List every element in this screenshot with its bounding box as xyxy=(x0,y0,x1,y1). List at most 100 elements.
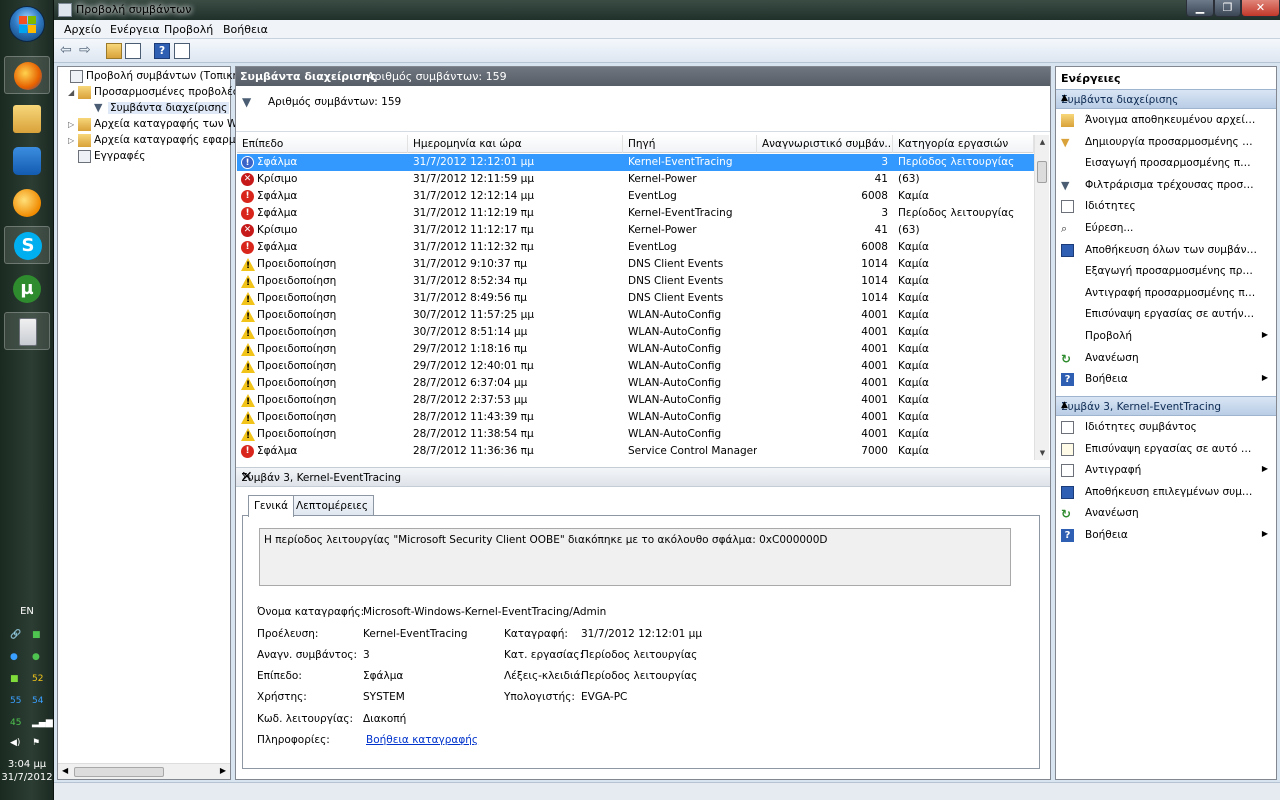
close-button[interactable]: ✕ xyxy=(1241,0,1280,17)
minimize-button[interactable]: ▁ xyxy=(1186,0,1214,17)
action-item[interactable]: ↻ Ανανέωση xyxy=(1056,348,1276,370)
tab-details[interactable]: Λεπτομέρειες xyxy=(290,495,375,516)
cell-level: Προειδοποίηση xyxy=(257,411,337,423)
table-row[interactable]: ! Σφάλμα 31/7/2012 12:12:01 μμ Kernel-Event… xyxy=(237,154,1034,171)
collapse-up-icon[interactable]: ▲ xyxy=(1061,400,1270,410)
action-item[interactable]: Αποθήκευση επιλεγμένων συμβάν... xyxy=(1056,482,1276,504)
menu-view[interactable]: Προβολή xyxy=(164,23,213,36)
table-row[interactable]: ! Προειδοποίηση 28/7/2012 11:43:39 πμ WLAN-… xyxy=(237,409,1034,426)
show-hide-actions-button[interactable] xyxy=(174,43,190,59)
tray-blue-icon[interactable]: ● xyxy=(10,652,18,662)
column-date[interactable]: Ημερομηνία και ώρα xyxy=(408,135,623,153)
scroll-up-icon[interactable]: ▲ xyxy=(1035,138,1049,146)
table-row[interactable]: ! Προειδοποίηση 31/7/2012 9:10:37 πμ DNS Cl… xyxy=(237,256,1034,273)
table-row[interactable]: ! Προειδοποίηση 28/7/2012 6:37:04 μμ WLAN-A… xyxy=(237,375,1034,392)
clock[interactable]: 3:04 μμ 31/7/2012 xyxy=(0,758,54,784)
action-item[interactable]: ? Βοήθεια ▶ xyxy=(1056,525,1276,547)
action-item[interactable]: Ιδιότητες συμβάντος xyxy=(1056,417,1276,439)
column-event-id[interactable]: Αναγνωριστικό συμβάν... xyxy=(757,135,893,153)
action-label: Δημιουργία προσαρμοσμένης προ... xyxy=(1085,135,1257,148)
scroll-left-icon[interactable]: ◀ xyxy=(62,766,68,775)
action-item[interactable]: Άνοιγμα αποθηκευμένου αρχείου κ... xyxy=(1056,110,1276,132)
menu-action[interactable]: Ενέργεια xyxy=(110,23,159,36)
table-row[interactable]: ! Προειδοποίηση 28/7/2012 11:38:54 πμ WLAN-… xyxy=(237,426,1034,443)
action-item[interactable]: Εξαγωγή προσαρμοσμένης προβο... xyxy=(1056,261,1276,283)
action-item[interactable]: Επισύναψη εργασίας σε αυτήν την ... xyxy=(1056,304,1276,326)
action-item[interactable]: Προβολή ▶ xyxy=(1056,326,1276,348)
event-message[interactable]: Η περίοδος λειτουργίας "Microsoft Securi… xyxy=(259,528,1011,586)
taskbar-skype[interactable]: S xyxy=(4,226,50,264)
maximize-button[interactable]: ❐ xyxy=(1214,0,1241,17)
tab-general[interactable]: Γενικά xyxy=(248,495,295,517)
action-item[interactable]: Αντιγραφή προσαρμοσμένης προ... xyxy=(1056,283,1276,305)
table-row[interactable]: ! Προειδοποίηση 28/7/2012 2:37:53 μμ WLAN-A… xyxy=(237,392,1034,409)
expanded-arrow-icon[interactable]: ◢ xyxy=(68,89,76,97)
taskbar-app-orange[interactable] xyxy=(4,184,50,222)
menu-file[interactable]: Αρχείο xyxy=(64,23,101,36)
action-item[interactable]: ? Βοήθεια ▶ xyxy=(1056,369,1276,391)
taskbar-media-player[interactable] xyxy=(4,142,50,180)
utorrent-tray-icon[interactable]: ● xyxy=(32,652,40,662)
tree-horizontal-scrollbar[interactable]: ◀ ▶ xyxy=(58,763,230,779)
network-icon[interactable]: 🔗 xyxy=(10,630,21,640)
scroll-right-icon[interactable]: ▶ xyxy=(220,766,226,775)
back-button[interactable]: ⇦ xyxy=(60,43,76,59)
table-row[interactable]: ! Προειδοποίηση 29/7/2012 12:40:01 πμ WLAN-… xyxy=(237,358,1034,375)
up-folder-button[interactable] xyxy=(106,43,122,59)
help-button[interactable]: ? xyxy=(154,43,170,59)
scroll-thumb[interactable] xyxy=(74,767,164,777)
detail-close-icon[interactable]: ✕ xyxy=(241,469,1042,485)
action-item[interactable]: ↻ Ανανέωση xyxy=(1056,503,1276,525)
tree-toggle[interactable] xyxy=(60,73,68,81)
table-row[interactable]: ! Προειδοποίηση 29/7/2012 1:18:16 πμ WLAN-A… xyxy=(237,341,1034,358)
action-center-flag-icon[interactable]: ⚑ xyxy=(32,738,40,748)
tray-green-icon[interactable]: ■ xyxy=(32,630,41,640)
table-row[interactable]: ! Σφάλμα 31/7/2012 12:12:14 μμ EventLog 6008… xyxy=(237,188,1034,205)
table-row[interactable]: ✕ Κρίσιμο 31/7/2012 12:11:59 μμ Kernel-Powe… xyxy=(237,171,1034,188)
event-log-help-link[interactable]: Βοήθεια καταγραφής xyxy=(366,734,478,746)
column-task-category[interactable]: Κατηγορία εργασιών xyxy=(893,135,1034,153)
language-indicator[interactable]: EN xyxy=(0,606,54,617)
taskbar-explorer[interactable] xyxy=(4,100,50,138)
column-source[interactable]: Πηγή xyxy=(623,135,757,153)
action-item[interactable]: Αντιγραφή ▶ xyxy=(1056,460,1276,482)
action-item[interactable]: ▼ Δημιουργία προσαρμοσμένης προ... xyxy=(1056,132,1276,154)
table-row[interactable]: ! Σφάλμα 28/7/2012 11:36:36 πμ Service Cont… xyxy=(237,443,1034,460)
tray-lime-icon[interactable]: ■ xyxy=(10,674,19,684)
actions-section-admin-events[interactable]: Συμβάντα διαχείρισης ▲ xyxy=(1056,89,1276,109)
start-button[interactable] xyxy=(9,6,45,42)
collapsed-arrow-icon[interactable]: ▷ xyxy=(68,121,76,129)
table-row[interactable]: ! Σφάλμα 31/7/2012 11:12:32 πμ EventLog 6008… xyxy=(237,239,1034,256)
taskbar-utorrent[interactable]: µ xyxy=(4,270,50,308)
volume-icon[interactable]: ◀) xyxy=(10,738,20,748)
actions-section-event[interactable]: Συμβάν 3, Kernel-EventTracing ▲ xyxy=(1056,396,1276,416)
collapsed-arrow-icon[interactable]: ▷ xyxy=(68,137,76,145)
title-bar[interactable]: Προβολή συμβάντων ▁ ❐ ✕ xyxy=(54,0,1280,20)
table-row[interactable]: ! Σφάλμα 31/7/2012 11:12:19 πμ Kernel-Event… xyxy=(237,205,1034,222)
taskbar-firefox[interactable] xyxy=(4,56,50,94)
forward-button[interactable]: ⇨ xyxy=(79,43,95,59)
action-item[interactable]: ▼ Φιλτράρισμα τρέχουσας προσαρμ... xyxy=(1056,175,1276,197)
action-item[interactable]: Εισαγωγή προσαρμοσμένης προβ... xyxy=(1056,153,1276,175)
menu-help[interactable]: Βοήθεια xyxy=(223,23,268,36)
tray-temp-1: 52 xyxy=(32,674,44,684)
action-item[interactable]: ⌕ Εύρεση... xyxy=(1056,218,1276,240)
scroll-thumb[interactable] xyxy=(1037,161,1047,183)
table-row[interactable]: ! Προειδοποίηση 31/7/2012 8:49:56 πμ DNS Cl… xyxy=(237,290,1034,307)
table-vertical-scrollbar[interactable]: ▲ ▼ xyxy=(1034,135,1049,460)
collapse-up-icon[interactable]: ▲ xyxy=(1061,93,1270,103)
signal-icon[interactable]: ▂▄▆ xyxy=(32,718,53,728)
table-row[interactable]: ! Προειδοποίηση 31/7/2012 8:52:34 πμ DNS Cl… xyxy=(237,273,1034,290)
action-item[interactable]: Αποθήκευση όλων των συμβάντ... xyxy=(1056,240,1276,262)
tray-temp-2: 55 xyxy=(10,696,22,706)
table-row[interactable]: ! Προειδοποίηση 30/7/2012 11:57:25 μμ WLAN-… xyxy=(237,307,1034,324)
taskbar-event-viewer[interactable] xyxy=(4,312,50,350)
action-label: Βοήθεια xyxy=(1085,373,1128,386)
column-level[interactable]: Επίπεδο xyxy=(237,135,408,153)
table-row[interactable]: ! Προειδοποίηση 30/7/2012 8:51:14 μμ WLAN-A… xyxy=(237,324,1034,341)
action-item[interactable]: Επισύναψη εργασίας σε αυτό το σ... xyxy=(1056,439,1276,461)
scroll-down-icon[interactable]: ▼ xyxy=(1035,449,1049,457)
table-row[interactable]: ✕ Κρίσιμο 31/7/2012 11:12:17 πμ Kernel-Powe… xyxy=(237,222,1034,239)
action-item[interactable]: Ιδιότητες xyxy=(1056,196,1276,218)
show-hide-tree-button[interactable] xyxy=(125,43,141,59)
